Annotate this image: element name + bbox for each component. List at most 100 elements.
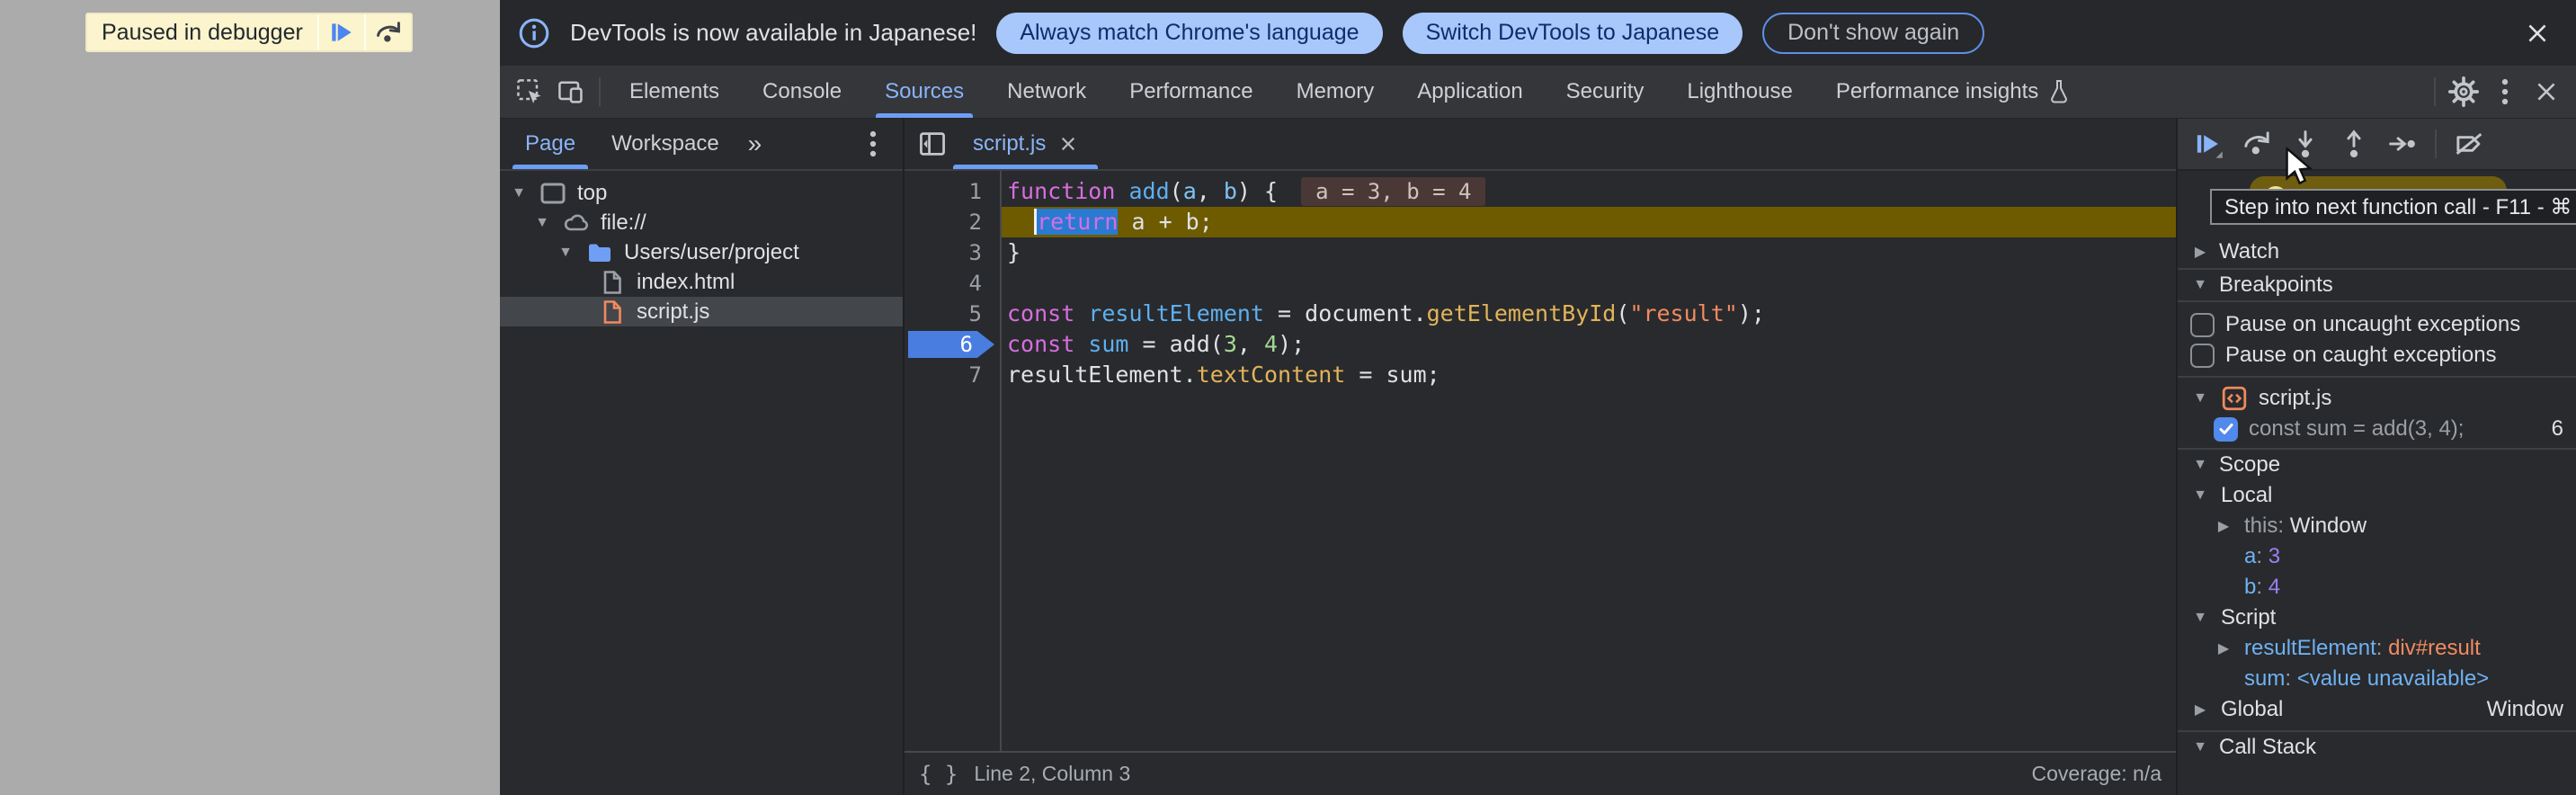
code-line-2-execution: 2 return a + b; [905, 207, 2176, 237]
scope-resultelement-row[interactable]: ▶ resultElement: div#result [2178, 633, 2576, 664]
tree-item-top[interactable]: ▼ top [500, 178, 903, 208]
pause-uncaught-exceptions-row[interactable]: Pause on uncaught exceptions [2178, 309, 2576, 340]
expanded-triangle-icon: ▼ [2190, 610, 2210, 626]
navigator-tab-page[interactable]: Page [509, 119, 592, 169]
step-over-icon [374, 18, 403, 47]
tab-close-icon[interactable] [1058, 134, 1078, 154]
breakpoint-checkbox[interactable] [2214, 417, 2238, 442]
navigator-pane: Page Workspace » ▼ [500, 119, 905, 795]
breakpoint-entry[interactable]: const sum = add(3, 4); 6 [2178, 414, 2576, 444]
expanded-triangle-icon: ▼ [2190, 739, 2210, 755]
coverage-label: Coverage: n/a [2032, 762, 2162, 786]
devtools-window: DevTools is now available in Japanese! A… [500, 0, 2576, 795]
settings-button[interactable] [2443, 71, 2484, 112]
tab-application[interactable]: Application [1395, 66, 1544, 118]
tab-console[interactable]: Console [741, 66, 863, 118]
collapsed-triangle-icon: ▶ [2214, 517, 2233, 535]
devtools-screenshot: Paused in debugger DevTools is now [0, 0, 2576, 795]
scope-section-header[interactable]: ▼ Scope [2178, 448, 2576, 480]
info-icon [518, 17, 550, 49]
notification-close-button[interactable] [2517, 13, 2558, 54]
paused-in-debugger-overlay: Paused in debugger [85, 13, 413, 52]
step-out-button[interactable] [2331, 121, 2377, 167]
toolbar-divider-right [2434, 77, 2436, 106]
tab-performance-insights[interactable]: Performance insights [1814, 66, 2092, 118]
tree-item-project-folder[interactable]: ▼ Users/user/project [500, 237, 903, 267]
notification-message: DevTools is now available in Japanese! [570, 19, 976, 47]
dont-show-again-button[interactable]: Don't show again [1762, 13, 1984, 54]
paused-label: Paused in debugger [87, 14, 317, 50]
line-number-7[interactable]: 7 [905, 360, 1000, 390]
step-button[interactable] [2379, 121, 2426, 167]
scope-global-group[interactable]: ▶ Global Window [2178, 694, 2576, 725]
more-tabs-chevrons-icon[interactable]: » [739, 130, 770, 158]
tab-memory[interactable]: Memory [1275, 66, 1396, 118]
line-number-2[interactable]: 2 [905, 207, 1000, 237]
debugger-sections: ▶ Watch ▼ Breakpoints Pause on uncaught … [2178, 171, 2576, 763]
call-stack-section-header[interactable]: ▼ Call Stack [2178, 730, 2576, 763]
pause-caught-checkbox[interactable] [2190, 344, 2215, 368]
scope-script-group[interactable]: ▼ Script [2178, 603, 2576, 633]
scope-this-row[interactable]: ▶ this: Window [2178, 511, 2576, 541]
breakpoint-file-group[interactable]: ▼ script.js [2178, 383, 2576, 414]
tab-lighthouse[interactable]: Lighthouse [1665, 66, 1814, 118]
more-options-button[interactable] [2484, 71, 2526, 112]
toggle-navigator-button[interactable] [912, 123, 953, 165]
deactivate-breakpoints-button[interactable] [2446, 121, 2492, 167]
expanded-triangle-icon: ▼ [2190, 277, 2210, 293]
devtools-close-button[interactable] [2526, 71, 2567, 112]
device-toolbar-button[interactable] [550, 71, 592, 112]
inspect-element-button[interactable] [509, 71, 550, 112]
scope-sum-row[interactable]: sum: <value unavailable> [2178, 664, 2576, 694]
expanded-triangle-icon: ▼ [2190, 457, 2210, 473]
code-line-7: 7 resultElement.textContent = sum; [905, 360, 2176, 390]
step-into-tooltip: Step into next function call - F11 - ⌘ ; [2210, 189, 2576, 225]
code-line-3: 3 } [905, 237, 2176, 268]
tab-elements[interactable]: Elements [608, 66, 741, 118]
toolbar-divider [599, 77, 601, 106]
code-editor[interactable]: 1 function add(a, b) {a = 3, b = 4 2 ret… [905, 171, 2176, 751]
expanded-triangle-icon: ▼ [2190, 390, 2210, 406]
step-into-button[interactable] [2282, 121, 2329, 167]
step-over-button[interactable] [2233, 121, 2280, 167]
scope-a-row[interactable]: a: 3 [2178, 541, 2576, 572]
browser-page-area: Paused in debugger [0, 0, 500, 795]
expanded-triangle-icon: ▼ [2190, 487, 2210, 504]
pause-caught-exceptions-row[interactable]: Pause on caught exceptions [2178, 340, 2576, 371]
overlay-resume-button[interactable] [317, 14, 364, 50]
line-number-4[interactable]: 4 [905, 268, 1000, 299]
file-icon [599, 270, 626, 295]
close-icon [2533, 78, 2560, 105]
pretty-print-icon[interactable]: { } [919, 762, 958, 787]
tab-network[interactable]: Network [985, 66, 1108, 118]
switch-to-japanese-button[interactable]: Switch DevTools to Japanese [1403, 13, 1743, 54]
tab-performance[interactable]: Performance [1108, 66, 1274, 118]
tree-item-script-js[interactable]: script.js [500, 297, 903, 326]
sources-panel: Page Workspace » ▼ [500, 119, 2576, 795]
resume-icon [2193, 129, 2224, 159]
line-number-3[interactable]: 3 [905, 237, 1000, 268]
scope-b-row[interactable]: b: 4 [2178, 572, 2576, 603]
breakpoint-line-number: 6 [2552, 416, 2563, 442]
tree-item-file-protocol[interactable]: ▼ file:// [500, 208, 903, 237]
breakpoints-section-header[interactable]: ▼ Breakpoints [2178, 268, 2576, 300]
editor-pane: script.js 1 function add(a, b) {a = 3, b… [905, 119, 2176, 795]
debugger-toolbar [2178, 119, 2576, 171]
navigator-more-options-button[interactable] [852, 123, 894, 165]
expanded-triangle-icon: ▼ [532, 215, 552, 231]
tree-item-index-html[interactable]: index.html [500, 267, 903, 297]
resume-button[interactable] [2185, 121, 2232, 167]
always-match-language-button[interactable]: Always match Chrome's language [996, 13, 1382, 54]
navigator-tab-workspace[interactable]: Workspace [595, 119, 735, 169]
overlay-step-over-button[interactable] [364, 14, 411, 50]
scope-local-group[interactable]: ▼ Local [2178, 480, 2576, 511]
gutter-separator [1000, 171, 1002, 751]
breakpoint-marker[interactable]: 6 [905, 329, 1000, 360]
editor-tab-script-js[interactable]: script.js [953, 119, 1098, 169]
line-number-5[interactable]: 5 [905, 299, 1000, 329]
tab-sources[interactable]: Sources [863, 66, 985, 118]
watch-section-header[interactable]: ▶ Watch [2178, 236, 2576, 268]
pause-uncaught-checkbox[interactable] [2190, 313, 2215, 337]
line-number-1[interactable]: 1 [905, 176, 1000, 207]
tab-security[interactable]: Security [1545, 66, 1666, 118]
